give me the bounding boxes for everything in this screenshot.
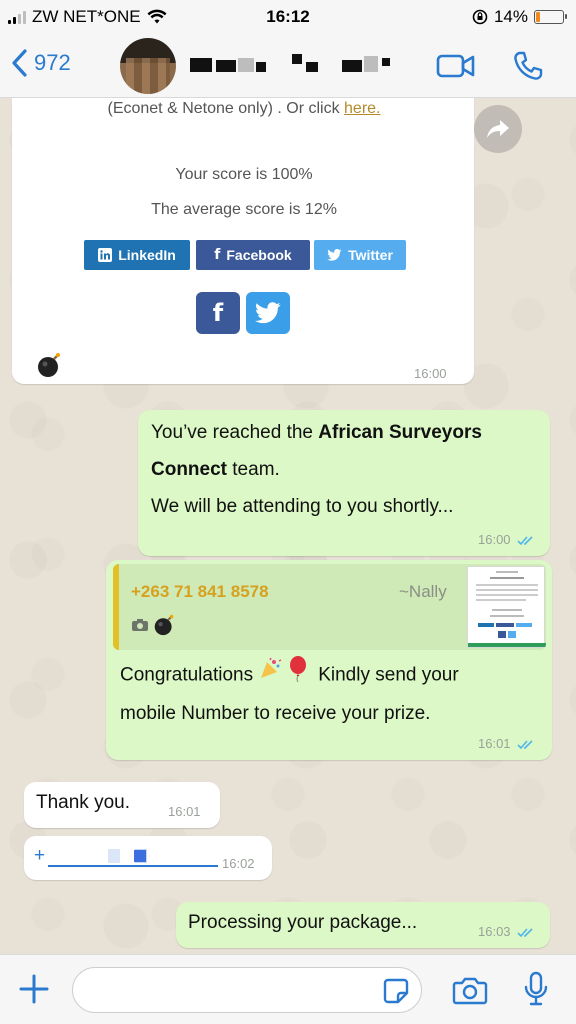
camera-small-icon	[132, 619, 148, 631]
back-button[interactable]: 972	[10, 48, 71, 78]
camera-icon[interactable]	[452, 975, 488, 1005]
linkedin-label: LinkedIn	[118, 247, 176, 263]
msg-timestamp: 16:00	[478, 532, 535, 547]
quote-thumbnail	[467, 566, 546, 648]
linkedin-share-button[interactable]: LinkedIn	[84, 240, 190, 270]
card-here-link[interactable]: here.	[344, 100, 380, 117]
msg-text-part: Congratulations	[120, 664, 254, 686]
facebook-square-button[interactable]: f	[196, 292, 240, 334]
battery-icon	[534, 10, 567, 24]
facebook-f-icon: f	[212, 299, 224, 327]
quoted-message[interactable]: +263 71 841 8578 ~Nally	[113, 564, 546, 650]
congratulations-text: Congratulations Kindly send your mobile …	[120, 656, 540, 732]
status-right: 14%	[472, 7, 567, 27]
quiz-result-card: (Econet & Netone only) . Or click here. …	[22, 98, 466, 346]
quote-media-row	[131, 614, 175, 636]
msg-bold-part: Connect	[151, 459, 227, 480]
phone-redacted	[48, 849, 218, 867]
msg-timestamp: 16:01	[478, 736, 535, 751]
quote-phone-number: +263 71 841 8578	[131, 582, 269, 601]
balloon-emoji	[288, 656, 308, 695]
processing-text: Processing your package...	[188, 912, 418, 933]
msg-timestamp: 16:01	[168, 804, 201, 819]
rotation-lock-icon	[472, 9, 488, 25]
team-message-text: You’ve reached the African Surveyors Con…	[151, 414, 541, 525]
twitter-bird-icon	[255, 302, 281, 324]
status-bar: ZW NET*ONE 16:12 14%	[0, 0, 576, 34]
chevron-left-icon	[12, 49, 27, 77]
bomb-emoji	[36, 352, 62, 383]
msg-text-part: You’ve reached the	[151, 422, 319, 443]
incoming-message-phone[interactable]: + 16:02	[24, 836, 272, 880]
double-check-icon	[517, 739, 533, 749]
facebook-label: Facebook	[226, 247, 292, 263]
party-emoji	[258, 657, 282, 694]
battery-percent: 14%	[493, 7, 528, 26]
score-text: Your score is 100%	[175, 166, 313, 183]
average-score-text: The average score is 12%	[151, 201, 337, 218]
sticker-icon[interactable]	[382, 977, 410, 1005]
twitter-bird-icon	[327, 249, 342, 261]
msg-text-part: Kindly send your	[318, 664, 459, 686]
msg-timestamp: 16:03	[478, 924, 535, 939]
card-partial-text: (Econet & Netone only) . Or click	[107, 100, 340, 117]
phone-prefix: +	[34, 845, 46, 866]
facebook-f-icon: f	[214, 247, 221, 263]
plus-icon[interactable]	[18, 973, 50, 1005]
outgoing-message-team[interactable]: You’ve reached the African Surveyors Con…	[138, 410, 550, 556]
twitter-label: Twitter	[348, 247, 393, 263]
double-check-icon	[517, 927, 533, 937]
unread-count: 972	[34, 50, 71, 75]
card-partial-line: (Econet & Netone only) . Or click here.	[22, 100, 466, 118]
chat-header: 972	[0, 34, 576, 98]
contact-name-redacted[interactable]	[190, 54, 410, 76]
time-text: 16:00	[478, 532, 511, 547]
quote-accent-bar	[113, 564, 119, 650]
linkedin-icon	[98, 248, 113, 262]
double-check-icon	[517, 535, 533, 545]
bomb-emoji	[154, 614, 174, 636]
twitter-square-button[interactable]	[246, 292, 290, 334]
microphone-icon[interactable]	[524, 971, 548, 1007]
time-text: 16:03	[478, 924, 511, 939]
time-text: 16:01	[478, 736, 511, 751]
message-input-bar	[0, 954, 576, 1024]
forward-arrow-icon	[487, 120, 509, 138]
msg-text-part: We will be attending to you shortly...	[151, 496, 454, 517]
twitter-share-button[interactable]: Twitter	[314, 240, 406, 270]
avatar[interactable]	[120, 38, 176, 94]
msg-text-part: mobile Number to receive your prize.	[120, 703, 431, 724]
msg-timestamp: 16:02	[222, 856, 255, 871]
message-input[interactable]	[72, 967, 422, 1013]
card-timestamp: 16:00	[414, 366, 447, 381]
msg-text-part: team.	[227, 459, 280, 480]
quote-alias: ~Nally	[399, 582, 447, 601]
forward-button[interactable]	[474, 105, 522, 153]
thank-you-text: Thank you.	[36, 792, 130, 813]
phone-icon[interactable]	[512, 50, 544, 82]
battery-fill	[536, 12, 540, 22]
msg-bold-part: African Surveyors	[318, 422, 482, 443]
video-call-icon[interactable]	[436, 52, 476, 80]
facebook-share-button[interactable]: f Facebook	[196, 240, 310, 270]
outgoing-message-processing[interactable]: Processing your package... 16:03	[176, 902, 550, 948]
incoming-message-thank-you[interactable]: Thank you. 16:01	[24, 782, 220, 828]
